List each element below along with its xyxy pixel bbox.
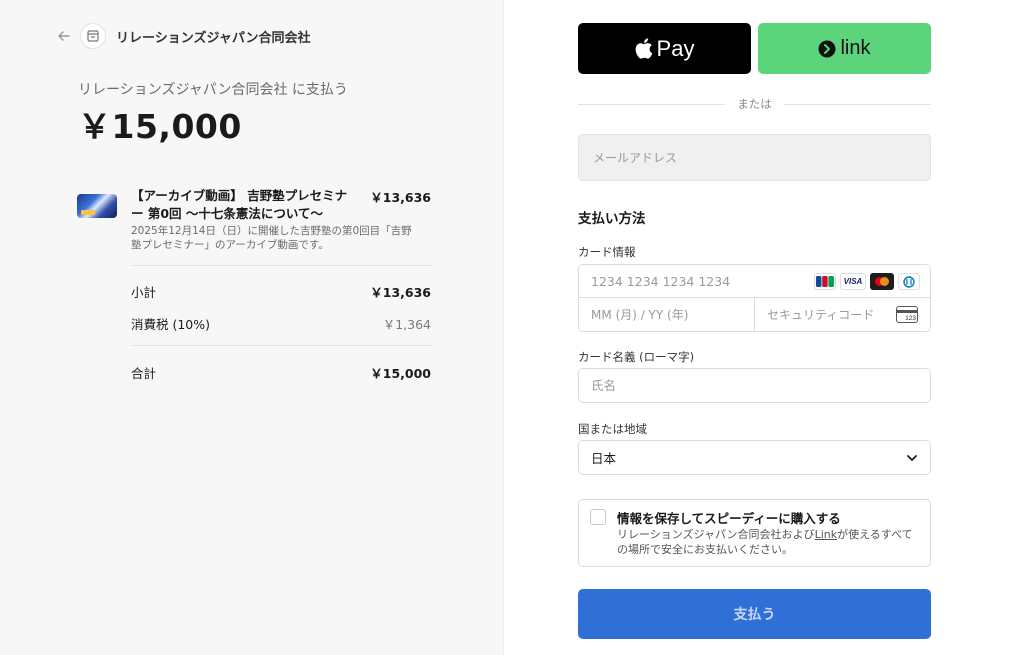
chevron-down-icon [907, 454, 917, 461]
total-row: 合計 ￥15,000 [131, 363, 431, 382]
item-price: ￥13,636 [370, 190, 431, 205]
merchant-name: リレーションズジャパン合同会社 [116, 30, 311, 46]
link-chevron-icon [818, 40, 836, 57]
card-brands: VISA [814, 273, 920, 290]
apple-pay-button[interactable]: Pay [578, 23, 751, 74]
country-select[interactable]: 日本 [578, 440, 931, 475]
cardholder-name-input[interactable] [578, 368, 931, 403]
cvc-card-icon: 123 [896, 306, 918, 323]
merchant-header: リレーションズジャパン合同会社 [56, 22, 310, 50]
cardholder-name-label: カード名義 (ローマ字) [578, 350, 695, 364]
card-info-label: カード情報 [578, 245, 636, 259]
apple-pay-label: Pay [656, 35, 695, 61]
pay-button[interactable]: 支払う [578, 589, 931, 639]
visa-icon: VISA [840, 273, 866, 290]
jcb-icon [814, 273, 836, 290]
tax-row: 消費税 (10%) ￥1,364 [131, 314, 431, 333]
item-description: 2025年12月14日（日）に開催した吉野塾の第0回目「吉野塾プレセミナー」のア… [131, 225, 412, 251]
save-desc-before: リレーションズジャパン合同会社および [617, 528, 815, 541]
or-divider: または [578, 96, 931, 112]
save-info-title: 情報を保存してスピーディーに購入する [617, 511, 841, 526]
mastercard-icon [870, 273, 894, 290]
link-label: link [840, 37, 871, 59]
save-info-box: 情報を保存してスピーディーに購入する リレーションズジャパン合同会社およびLin… [578, 499, 931, 567]
or-text: または [737, 97, 772, 111]
link-text-link[interactable]: Link [815, 528, 838, 541]
country-label: 国または地域 [578, 422, 647, 436]
total-amount: ￥15,000 [78, 107, 242, 146]
country-value: 日本 [591, 451, 617, 466]
product-thumbnail [77, 194, 117, 218]
order-summary-pane: リレーションズジャパン合同会社 リレーションズジャパン合同会社 に支払う ￥15… [0, 0, 504, 655]
tax-label: 消費税 (10%) [131, 317, 211, 332]
back-arrow-icon[interactable] [56, 28, 72, 44]
total-value: ￥15,000 [370, 366, 431, 381]
divider [131, 265, 431, 266]
total-label: 合計 [131, 366, 157, 381]
payment-method-title: 支払い方法 [578, 211, 646, 227]
tax-value: ￥1,364 [382, 317, 431, 332]
cvc-icon-text: 123 [905, 315, 916, 322]
subtotal-label: 小計 [131, 285, 157, 300]
apple-logo-icon [635, 38, 652, 59]
subtotal-value: ￥13,636 [370, 285, 431, 300]
payment-form-pane: Pay link または 支払い方法 カード情報 VISA 123 カード名 [504, 0, 1024, 655]
subtotal-row: 小計 ￥13,636 [131, 282, 431, 301]
store-icon [80, 23, 106, 49]
email-field[interactable] [578, 134, 931, 181]
save-info-description: リレーションズジャパン合同会社およびLinkが使えるすべての場所で安全にお支払い… [617, 527, 922, 557]
diners-icon [898, 273, 920, 290]
card-input-group: VISA 123 [578, 264, 931, 332]
link-pay-button[interactable]: link [758, 23, 931, 74]
save-info-checkbox[interactable] [590, 509, 606, 525]
divider [131, 345, 431, 346]
item-title: 【アーカイブ動画】 吉野塾プレセミナー 第0回 〜十七条憲法について〜 [131, 188, 348, 221]
card-expiry-input[interactable] [579, 298, 755, 331]
pay-to-label: リレーションズジャパン合同会社 に支払う [78, 82, 348, 98]
